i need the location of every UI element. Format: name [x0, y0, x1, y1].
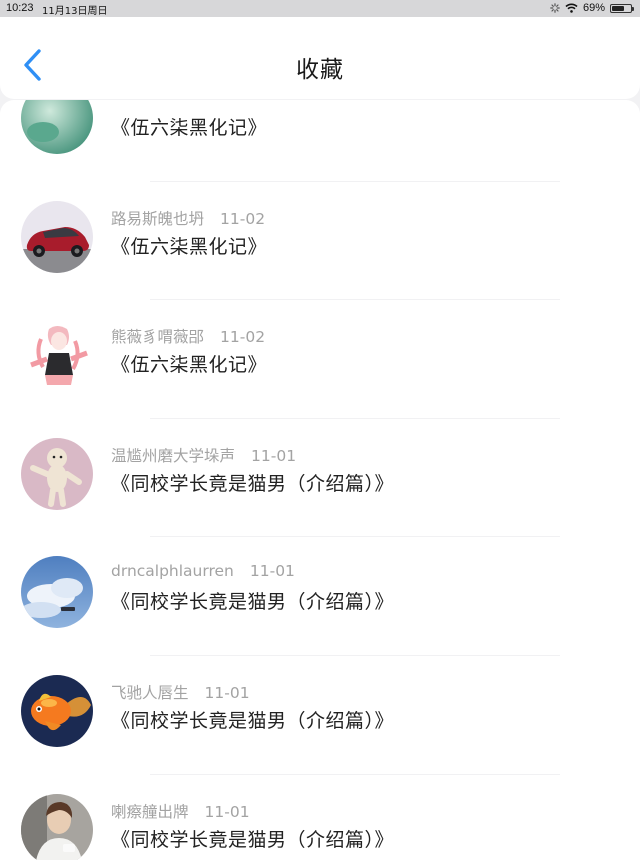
green-avatar-partial-image	[21, 100, 93, 154]
item-title: 《伍六柒黑化记》	[111, 235, 268, 258]
item-meta: 温尴州磨大学垛声 11-01	[111, 444, 296, 466]
navigation-bar: 收藏	[0, 17, 640, 99]
item-date: 11-02	[220, 209, 266, 228]
sky-clouds-avatar-image	[21, 556, 93, 629]
list-item[interactable]: 熊薇豸喟薇郘 11-02 《伍六柒黑化记》	[0, 300, 640, 419]
status-date: 11月13日周日	[42, 6, 108, 17]
item-title: 《伍六柒黑化记》	[111, 354, 268, 377]
loading-icon	[550, 3, 560, 13]
author-name: 喇瘵艟出牌	[111, 802, 189, 821]
list-item[interactable]: 路易斯魄也坍 11-02 《伍六柒黑化记》	[0, 182, 640, 301]
item-date: 11-01	[204, 683, 250, 702]
item-meta: 路易斯魄也坍 11-02	[111, 207, 265, 229]
item-meta: 飞驰人唇生 11-01	[111, 681, 250, 703]
item-meta: drncalphlaurren 11-01	[111, 562, 295, 580]
favorites-list: 《伍六柒黑化记》 路易斯魄也坍 11-02 《伍六柒黑化记》 熊薇豸喟薇郘 11…	[0, 100, 640, 860]
item-meta: 喇瘵艟出牌 11-01	[111, 800, 250, 822]
status-time: 10:23	[6, 2, 34, 14]
avatar	[21, 556, 93, 629]
list-item[interactable]: 温尴州磨大学垛声 11-01 《同校学长竟是猫男（介绍篇）》	[0, 419, 640, 538]
red-car-avatar-image	[21, 200, 93, 273]
item-title: 《伍六柒黑化记》	[111, 117, 268, 139]
author-name: 飞驰人唇生	[111, 683, 189, 702]
status-bar: 10:23 11月13日周日 69%	[0, 0, 640, 17]
avatar	[21, 674, 93, 747]
item-title: 《同校学长竟是猫男（介绍篇）》	[111, 591, 395, 614]
item-title: 《同校学长竟是猫男（介绍篇）》	[111, 472, 395, 495]
avatar	[21, 200, 93, 273]
author-name: 熊薇豸喟薇郘	[111, 328, 205, 347]
author-name: 温尴州磨大学垛声	[111, 446, 236, 465]
item-date: 11-01	[204, 802, 250, 821]
battery-fill	[612, 5, 625, 11]
item-date: 11-02	[220, 328, 266, 347]
wifi-icon	[565, 3, 578, 13]
item-title: 《同校学长竟是猫男（介绍篇）》	[111, 828, 395, 851]
avatar	[21, 437, 93, 510]
list-item[interactable]: 喇瘵艟出牌 11-01 《同校学长竟是猫男（介绍篇）》	[0, 775, 640, 860]
avatar	[21, 793, 93, 860]
battery-icon	[610, 3, 634, 13]
list-item[interactable]: 《伍六柒黑化记》	[0, 100, 640, 182]
person-avatar-image	[21, 793, 93, 860]
item-meta: 熊薇豸喟薇郘 11-02	[111, 325, 265, 347]
list-item[interactable]: 飞驰人唇生 11-01 《同校学长竟是猫男（介绍篇）》	[0, 656, 640, 775]
item-date: 11-01	[249, 562, 295, 581]
goldfish-avatar-image	[21, 674, 93, 747]
favorites-list-container: 《伍六柒黑化记》 路易斯魄也坍 11-02 《伍六柒黑化记》 熊薇豸喟薇郘 11…	[0, 100, 640, 860]
avatar	[21, 319, 93, 392]
dog-avatar-image	[21, 437, 93, 510]
avatar	[21, 100, 93, 154]
author-name: drncalphlaurren	[111, 562, 234, 581]
item-date: 11-01	[251, 446, 297, 465]
item-meta	[111, 100, 127, 106]
anime-girl-avatar-image	[21, 319, 93, 392]
status-right: 69%	[550, 2, 634, 14]
item-title: 《同校学长竟是猫男（介绍篇）》	[111, 709, 395, 732]
author-name: 路易斯魄也坍	[111, 209, 205, 228]
battery-percent: 69%	[582, 2, 605, 14]
page-title: 收藏	[296, 57, 344, 83]
list-item[interactable]: drncalphlaurren 11-01 《同校学长竟是猫男（介绍篇）》	[0, 537, 640, 656]
